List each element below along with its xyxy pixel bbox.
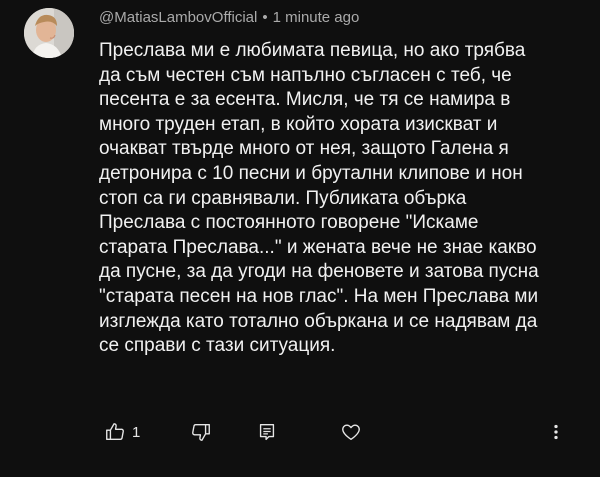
comment-text-line: стоп са ги сравнявали. Публиката обърка	[99, 187, 467, 209]
comment-card: @MatiasLambovOfficial • 1 minute ago Пресл…	[0, 0, 600, 477]
comment-text-line: старата Преслава..." и жената вече не зн…	[99, 236, 537, 258]
like-button[interactable]: 1	[104, 418, 140, 446]
comment-text-line: "старата песен на нов глас". На мен Прес…	[99, 285, 539, 307]
comment-header: @MatiasLambovOfficial • 1 minute ago	[99, 9, 359, 26]
comment-text-line: изглежда като тотално объркана и се надя…	[99, 310, 538, 332]
comment-text-line: детронира с 10 песни и брутални клипове …	[99, 162, 523, 184]
reply-comment-icon	[259, 423, 275, 441]
thumbs-down-icon	[192, 423, 210, 441]
comment-text-line: да съм честен съм напълно съгласен с теб…	[99, 64, 512, 86]
like-count: 1	[132, 423, 141, 441]
comment-actions: 1	[0, 418, 600, 450]
more-actions-button[interactable]	[548, 418, 564, 446]
user-avatar-photo	[24, 8, 74, 58]
avatar[interactable]	[24, 8, 74, 58]
comment-timestamp[interactable]: 1 minute ago	[273, 9, 360, 26]
comment-text-line: да пусне, за да угоди на феновете и зато…	[99, 261, 539, 283]
reply-button[interactable]	[256, 418, 278, 446]
dislike-button[interactable]	[190, 418, 212, 446]
comment-text-line: Преслава ми е любимата певица, но ако тр…	[99, 40, 526, 61]
comment-text-line: се справи с тази ситуация.	[99, 335, 336, 357]
heart-icon	[342, 424, 360, 441]
comment-text-line: очакват твърде много от нея, защото Гале…	[99, 138, 509, 160]
comment-text-line: много труден етап, в който хората изискв…	[99, 113, 498, 135]
more-vertical-icon	[554, 424, 558, 440]
heart-button[interactable]	[340, 418, 362, 446]
header-separator: •	[262, 9, 268, 26]
author-name[interactable]: @MatiasLambovOfficial	[99, 9, 257, 26]
comment-text-line: Преслава с постоянното говорене "Искаме	[99, 212, 479, 234]
comment-text: Преслава ми е любимата певица, но ако тр…	[99, 39, 589, 359]
thumbs-up-icon	[106, 423, 124, 441]
comment-text-line: песента е за есента. Мисля, че тя се нам…	[99, 89, 511, 111]
